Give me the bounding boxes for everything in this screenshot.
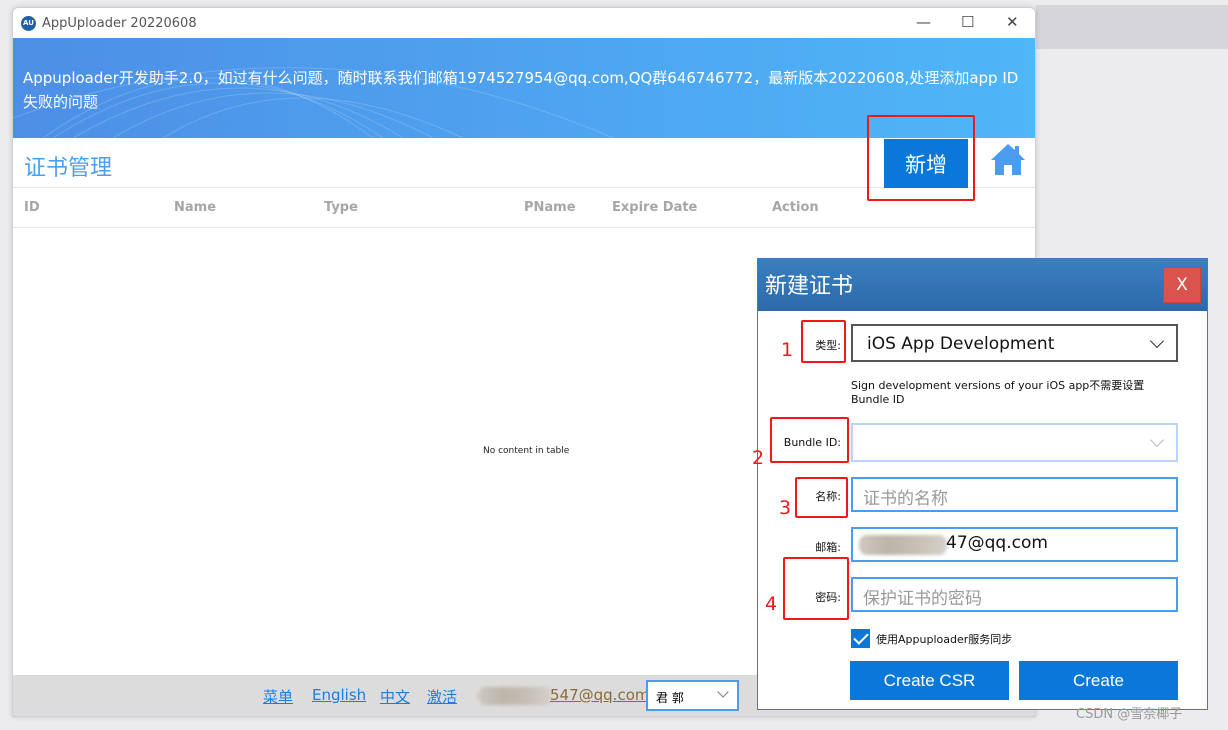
email-label: 邮箱: xyxy=(815,541,841,554)
add-button[interactable]: 新增 xyxy=(884,139,968,188)
name-placeholder: 证书的名称 xyxy=(863,489,948,509)
bundle-id-label: Bundle ID: xyxy=(783,436,841,449)
account-email-link[interactable]: 547@qq.com xyxy=(550,686,649,704)
menu-link[interactable]: 菜单 xyxy=(263,686,293,707)
title-bar: AU AppUploader 20220608 — ☐ ✕ xyxy=(13,8,1035,38)
dialog-title: 新建证书 xyxy=(765,274,854,299)
info-banner: Appuploader开发助手2.0，如过有什么问题，随时联系我们邮箱19745… xyxy=(13,38,1035,138)
column-action[interactable]: Action xyxy=(772,200,819,215)
password-input[interactable]: 保护证书的密码 xyxy=(851,577,1178,612)
email-input[interactable]: 47@qq.com xyxy=(851,527,1178,562)
redacted-email-blur xyxy=(859,535,947,555)
minimize-button[interactable]: — xyxy=(916,13,931,31)
password-placeholder: 保护证书的密码 xyxy=(863,589,982,609)
english-link[interactable]: English xyxy=(312,686,366,704)
create-button[interactable]: Create xyxy=(1019,661,1178,700)
column-id[interactable]: ID xyxy=(24,200,40,215)
create-csr-button[interactable]: Create CSR xyxy=(850,661,1009,700)
chevron-down-icon xyxy=(1149,333,1165,349)
column-name[interactable]: Name xyxy=(174,200,216,215)
watermark: CSDN @雪奈椰子 xyxy=(1076,707,1183,722)
column-type[interactable]: Type xyxy=(324,200,358,215)
close-button[interactable]: ✕ xyxy=(1006,13,1019,31)
name-input[interactable]: 证书的名称 xyxy=(851,477,1178,512)
redacted-email-blur xyxy=(478,687,552,705)
name-label: 名称: xyxy=(815,490,841,503)
sync-label[interactable]: 使用Appuploader服务同步 xyxy=(876,631,1012,647)
new-certificate-dialog: 新建证书 X 类型: iOS App Development Sign deve… xyxy=(757,258,1208,710)
page-title: 证书管理 xyxy=(24,156,113,181)
empty-table-message: No content in table xyxy=(483,446,570,456)
type-select[interactable]: iOS App Development xyxy=(851,324,1178,362)
column-pname[interactable]: PName xyxy=(524,200,576,215)
type-hint: Sign development versions of your iOS ap… xyxy=(851,379,1145,406)
sync-checkbox[interactable] xyxy=(851,629,870,648)
app-logo: AU xyxy=(21,15,36,31)
user-select-value: 君 郭 xyxy=(656,691,684,705)
banner-text: Appuploader开发助手2.0，如过有什么问题，随时联系我们邮箱19745… xyxy=(23,69,1019,111)
user-select[interactable]: 君 郭 xyxy=(646,680,739,711)
chevron-down-icon xyxy=(1149,432,1165,448)
bundle-id-select[interactable] xyxy=(851,423,1178,462)
home-icon[interactable] xyxy=(989,142,1027,176)
window-title: AppUploader 20220608 xyxy=(42,15,197,31)
activate-link[interactable]: 激活 xyxy=(427,686,457,707)
type-select-value: iOS App Development xyxy=(867,334,1055,354)
background-band xyxy=(1036,5,1228,49)
page-header: 证书管理 新增 xyxy=(13,138,1035,188)
password-label: 密码: xyxy=(815,591,841,604)
chinese-link[interactable]: 中文 xyxy=(380,686,410,707)
maximize-button[interactable]: ☐ xyxy=(961,13,974,31)
column-expire-date[interactable]: Expire Date xyxy=(612,200,697,215)
chevron-down-icon xyxy=(717,686,729,698)
type-label: 类型: xyxy=(815,339,841,352)
dialog-header: 新建证书 X xyxy=(758,259,1207,311)
email-value: 47@qq.com xyxy=(946,533,1048,553)
dialog-close-button[interactable]: X xyxy=(1163,267,1201,303)
table-header: ID Name Type PName Expire Date Action xyxy=(13,188,1035,228)
